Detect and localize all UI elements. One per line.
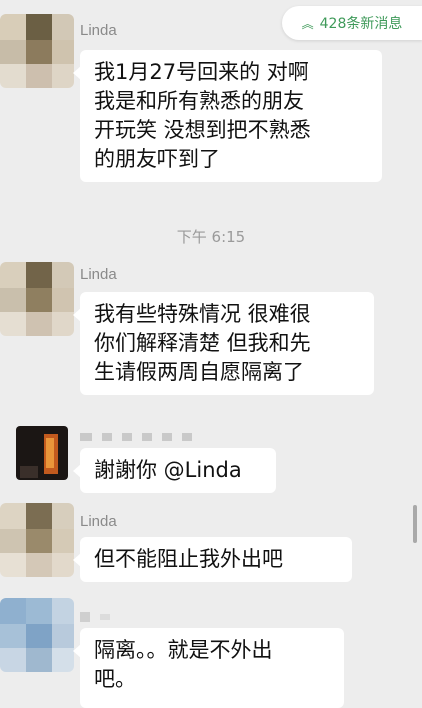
message-line: 我有些特殊情况 很难很 (94, 302, 311, 326)
message-line: 的朋友吓到了 (94, 147, 220, 171)
chat-screen: ︽ 428条新消息 Linda 我1月27号回来的 对啊 我是和所有熟悉的朋友 … (0, 0, 422, 708)
message-line: 开玩笑 没想到把不熟悉 (94, 118, 311, 142)
message-bubble[interactable]: 我有些特殊情况 很难很 你们解释清楚 但我和先 生请假两周自愿隔离了 (73, 292, 374, 395)
sender-name: Linda (80, 513, 117, 530)
sender-name: Linda (80, 266, 117, 283)
blurred-sender-name (80, 606, 120, 622)
avatar[interactable] (0, 14, 74, 88)
double-chevron-up-icon: ︽ (301, 16, 314, 31)
message-line: 隔离。。就是不外出 (94, 638, 273, 662)
message-line: 我1月27号回来的 对啊 (94, 60, 309, 84)
avatar[interactable] (0, 503, 74, 577)
sender-name: Linda (80, 22, 117, 39)
message-line: 但不能阻止我外出吧 (94, 547, 283, 571)
message-bubble[interactable]: 但不能阻止我外出吧 (73, 537, 352, 582)
scrollbar[interactable] (413, 505, 417, 543)
avatar[interactable] (0, 262, 74, 336)
new-messages-button[interactable]: ︽ 428条新消息 (282, 6, 422, 40)
time-divider: 下午 6:15 (176, 228, 246, 246)
message-line: 我是和所有熟悉的朋友 (94, 89, 304, 113)
message-bubble[interactable]: 謝謝你 @Linda (73, 448, 276, 493)
blurred-sender-name (80, 426, 202, 441)
message-line: 吧。 (94, 667, 136, 691)
message-bubble[interactable]: 隔离。。就是不外出 吧。 (73, 628, 344, 708)
message-line: 你们解释清楚 但我和先 (94, 331, 311, 355)
message-line: 生请假两周自愿隔离了 (94, 360, 304, 384)
message-line: 謝謝你 @Linda (94, 458, 242, 482)
message-bubble[interactable]: 我1月27号回来的 对啊 我是和所有熟悉的朋友 开玩笑 没想到把不熟悉 的朋友吓… (73, 50, 382, 182)
avatar[interactable] (0, 598, 74, 672)
new-messages-label: 428条新消息 (319, 16, 403, 32)
avatar[interactable] (16, 426, 68, 480)
